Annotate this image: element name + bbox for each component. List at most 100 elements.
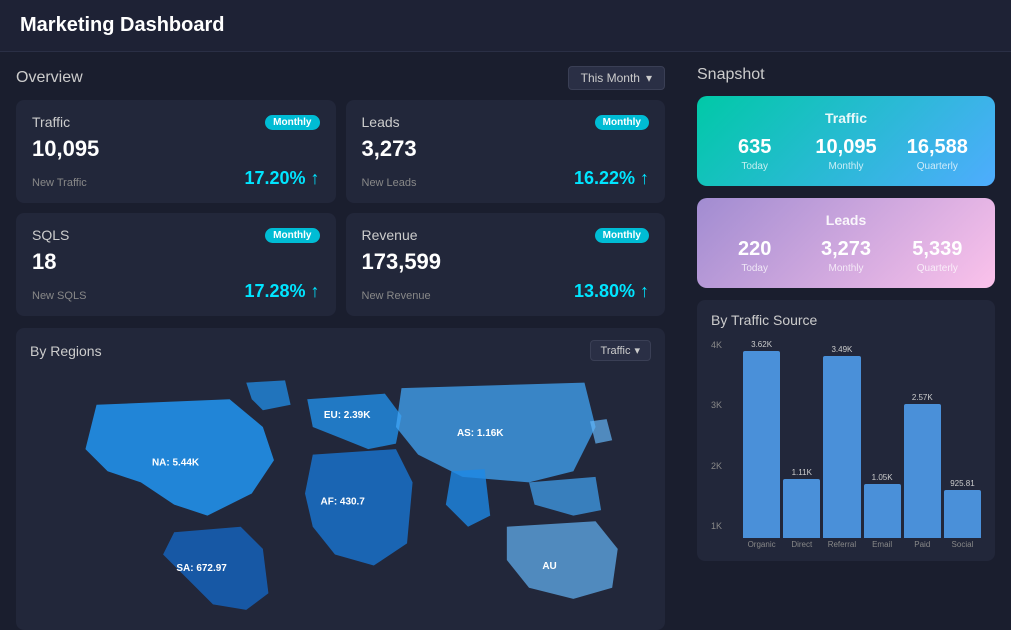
snapshot-leads-quarterly: 5,339 Quarterly bbox=[896, 238, 979, 274]
overview-header: Overview This Month ▾ bbox=[16, 66, 665, 90]
traffic-source-title: By Traffic Source bbox=[711, 312, 817, 328]
snapshot-leads-today-value: 220 bbox=[713, 238, 796, 261]
sqls-label: New SQLS bbox=[32, 290, 86, 302]
bar-group-1: 1.11K Direct bbox=[783, 340, 820, 549]
bar-bottom-label-2: Referral bbox=[828, 540, 856, 549]
y-label-2k: 2K bbox=[711, 461, 739, 471]
sqls-card-header: SQLS Monthly bbox=[32, 227, 320, 243]
india-region bbox=[446, 469, 490, 527]
bar-group-0: 3.62K Organic bbox=[743, 340, 780, 549]
revenue-card: Revenue Monthly 173,599 New Revenue 13.8… bbox=[346, 213, 666, 316]
metrics-grid: Traffic Monthly 10,095 New Traffic 17.20… bbox=[16, 100, 665, 316]
bar-group-4: 2.57KPaid bbox=[904, 340, 941, 549]
se-asia-region bbox=[529, 477, 601, 516]
y-label-1k: 1K bbox=[711, 521, 739, 531]
sqls-bottom: New SQLS 17.28% ↑ bbox=[32, 281, 320, 302]
revenue-card-header: Revenue Monthly bbox=[362, 227, 650, 243]
world-map-svg: NA: 5.44K EU: 2.39K AS: 1.16K AF: 430.7 … bbox=[30, 369, 651, 618]
leads-card: Leads Monthly 3,273 New Leads 16.22% ↑ bbox=[346, 100, 666, 203]
snapshot-traffic-today-value: 635 bbox=[713, 136, 796, 159]
leads-card-title: Leads bbox=[362, 114, 400, 130]
snapshot-leads-monthly-value: 3,273 bbox=[804, 238, 887, 261]
na-label: NA: 5.44K bbox=[152, 458, 200, 469]
world-map-container: NA: 5.44K EU: 2.39K AS: 1.16K AF: 430.7 … bbox=[30, 369, 651, 618]
bar-4 bbox=[904, 404, 941, 538]
traffic-card: Traffic Monthly 10,095 New Traffic 17.20… bbox=[16, 100, 336, 203]
revenue-bottom: New Revenue 13.80% ↑ bbox=[362, 281, 650, 302]
traffic-source-section: By Traffic Source 4K 3K 2K 1K 3.62K Organ… bbox=[697, 300, 995, 561]
snapshot-traffic-today: 635 Today bbox=[713, 136, 796, 172]
bar-group-3: 1.05KEmail bbox=[864, 340, 901, 549]
snapshot-leads-metrics: 220 Today 3,273 Monthly 5,339 Quarterly bbox=[713, 238, 979, 274]
australia-region bbox=[507, 521, 618, 599]
this-month-filter[interactable]: This Month ▾ bbox=[568, 66, 665, 90]
regions-section: By Regions Traffic ▾ bbox=[16, 328, 665, 630]
this-month-label: This Month bbox=[581, 71, 640, 85]
snapshot-leads-monthly-label: Monthly bbox=[804, 263, 887, 274]
y-label-3k: 3K bbox=[711, 400, 739, 410]
bar-5 bbox=[944, 490, 981, 538]
snapshot-leads-monthly: 3,273 Monthly bbox=[804, 238, 887, 274]
greenland-region bbox=[246, 380, 290, 410]
snapshot-leads-quarterly-value: 5,339 bbox=[896, 238, 979, 261]
sqls-badge: Monthly bbox=[265, 228, 319, 243]
bar-bottom-label-0: Organic bbox=[748, 540, 776, 549]
bars-area: 3.62K Organic 1.11K Direct 3.49K Referral 1.05… bbox=[743, 340, 981, 549]
snapshot-leads-quarterly-label: Quarterly bbox=[896, 263, 979, 274]
app-title: Marketing Dashboard bbox=[20, 14, 224, 36]
bar-top-label-1: 1.11K bbox=[792, 468, 812, 477]
snapshot-traffic-card: Traffic 635 Today 10,095 Monthly 16,588 … bbox=[697, 96, 995, 186]
bar-1 bbox=[783, 479, 820, 538]
revenue-label: New Revenue bbox=[362, 290, 431, 302]
snapshot-traffic-quarterly-label: Quarterly bbox=[896, 161, 979, 172]
left-content: Overview This Month ▾ Traffic Monthly 10… bbox=[16, 66, 665, 561]
snapshot-traffic-title: Traffic bbox=[713, 110, 979, 126]
leads-change: 16.22% ↑ bbox=[574, 168, 649, 189]
overview-section: Overview This Month ▾ Traffic Monthly 10… bbox=[16, 66, 665, 316]
chevron-down-icon: ▾ bbox=[634, 344, 640, 357]
traffic-badge: Monthly bbox=[265, 115, 319, 130]
overview-title: Overview bbox=[16, 69, 83, 87]
sqls-value: 18 bbox=[32, 249, 320, 275]
bar-group-5: 925.81Social bbox=[944, 340, 981, 549]
left-panel: Overview This Month ▾ Traffic Monthly 10… bbox=[0, 52, 681, 575]
snapshot-leads-card: Leads 220 Today 3,273 Monthly 5,339 Quar… bbox=[697, 198, 995, 288]
snapshot-leads-today-label: Today bbox=[713, 263, 796, 274]
app-header: Marketing Dashboard bbox=[0, 0, 1011, 52]
snapshot-title: Snapshot bbox=[697, 66, 995, 84]
sa-label: SA: 672.97 bbox=[176, 563, 227, 574]
bar-3 bbox=[864, 484, 901, 538]
y-label-4k: 4K bbox=[711, 340, 739, 350]
traffic-bottom: New Traffic 17.20% ↑ bbox=[32, 168, 320, 189]
bar-group-2: 3.49K Referral bbox=[823, 340, 860, 549]
bar-bottom-label-5: Social bbox=[952, 540, 974, 549]
sqls-change: 17.28% ↑ bbox=[244, 281, 319, 302]
snapshot-traffic-quarterly-value: 16,588 bbox=[896, 136, 979, 159]
y-axis: 4K 3K 2K 1K bbox=[711, 340, 739, 549]
snapshot-traffic-monthly-value: 10,095 bbox=[804, 136, 887, 159]
bar-bottom-label-1: Direct bbox=[791, 540, 812, 549]
revenue-card-title: Revenue bbox=[362, 227, 418, 243]
bar-top-label-3: 1.05K bbox=[872, 473, 893, 482]
regions-title: By Regions bbox=[30, 343, 102, 359]
snapshot-traffic-monthly-label: Monthly bbox=[804, 161, 887, 172]
revenue-badge: Monthly bbox=[595, 228, 649, 243]
traffic-card-header: Traffic Monthly bbox=[32, 114, 320, 130]
bar-top-label-0: 3.62K bbox=[751, 340, 772, 349]
eu-label: EU: 2.39K bbox=[324, 410, 371, 421]
snapshot-leads-today: 220 Today bbox=[713, 238, 796, 274]
af-label: AF: 430.7 bbox=[321, 497, 366, 508]
regions-filter[interactable]: Traffic ▾ bbox=[590, 340, 651, 361]
traffic-source-chart: 4K 3K 2K 1K 3.62K Organic 1.11K Direct 3.49K… bbox=[711, 336, 981, 549]
bar-top-label-4: 2.57K bbox=[912, 393, 933, 402]
bar-top-label-2: 3.49K bbox=[831, 345, 852, 354]
leads-label: New Leads bbox=[362, 177, 417, 189]
main-content: Overview This Month ▾ Traffic Monthly 10… bbox=[0, 52, 1011, 575]
revenue-change: 13.80% ↑ bbox=[574, 281, 649, 302]
regions-filter-label: Traffic bbox=[601, 345, 631, 357]
sqls-card: SQLS Monthly 18 New SQLS 17.28% ↑ bbox=[16, 213, 336, 316]
as-label: AS: 1.16K bbox=[457, 428, 504, 439]
snapshot-traffic-today-label: Today bbox=[713, 161, 796, 172]
right-panel: Snapshot Traffic 635 Today 10,095 Monthl… bbox=[681, 52, 1011, 575]
traffic-change: 17.20% ↑ bbox=[244, 168, 319, 189]
